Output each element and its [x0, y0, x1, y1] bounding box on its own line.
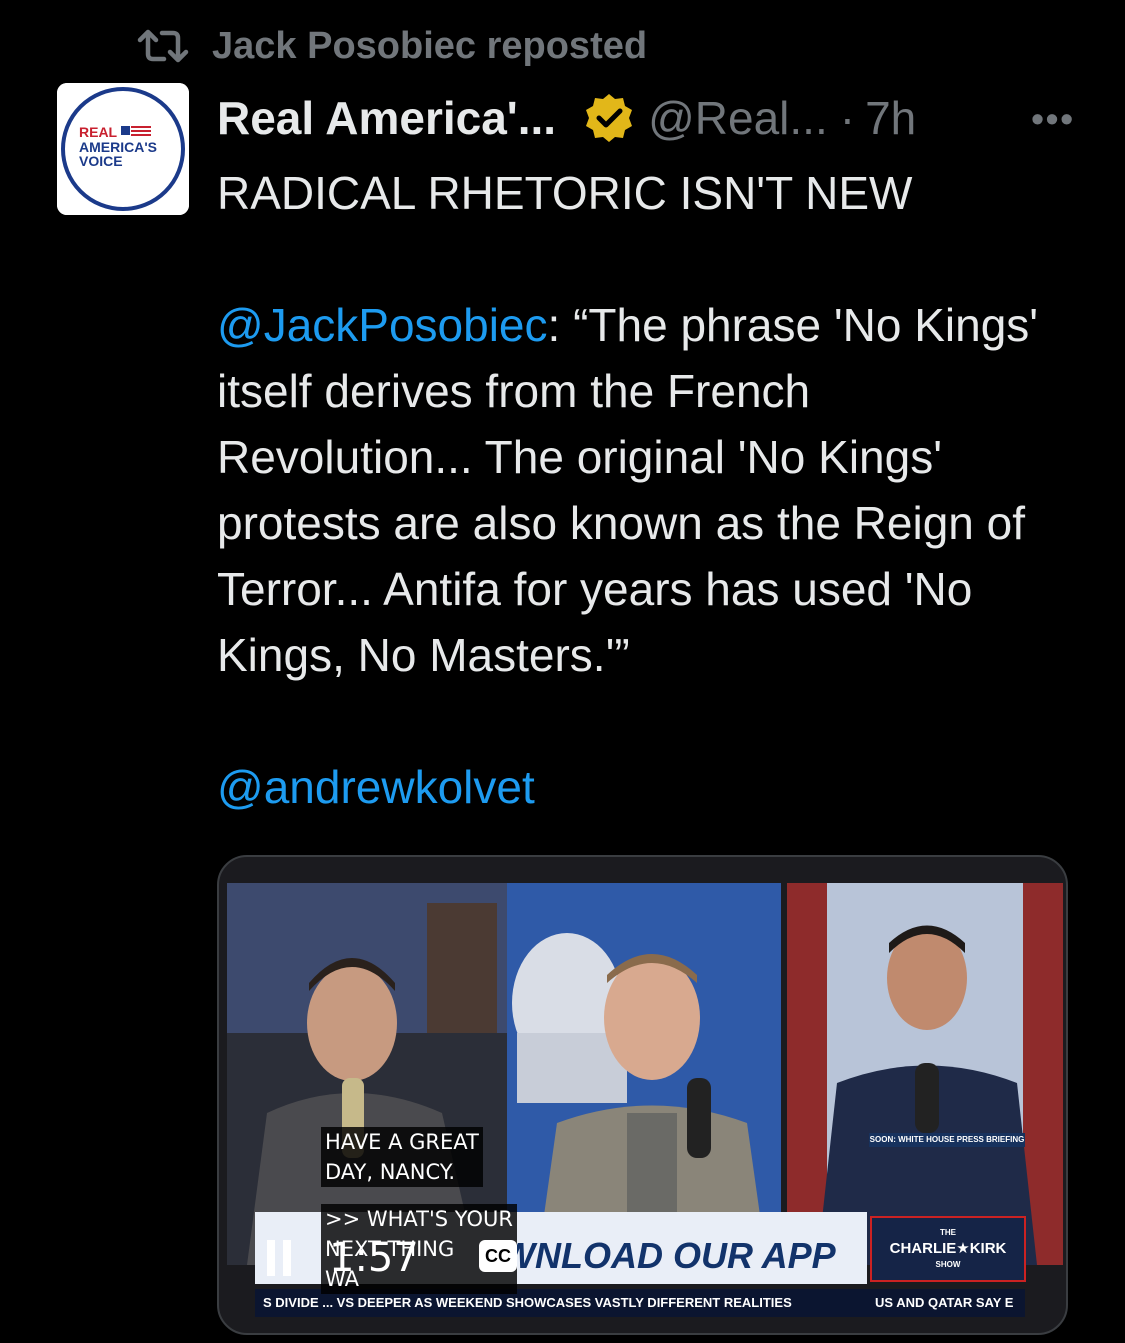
crawl-left-text: S DIVIDE ... VS DEEPER AS WEEKEND SHOWCA… — [263, 1295, 792, 1310]
show-logo-bottom: SHOW — [935, 1260, 961, 1269]
mention-link[interactable]: @andrewkolvet — [217, 761, 535, 813]
post-text: RADICAL RHETORIC ISN'T NEW @JackPosobiec… — [217, 160, 1077, 820]
repost-label: Jack Posobiec reposted — [212, 24, 648, 67]
post-header: Real America'... @Real... · 7h ••• — [217, 88, 1075, 148]
caption-line: HAVE A GREAT DAY, NANCY. — [321, 1127, 483, 1187]
handle[interactable]: @Real... — [648, 91, 828, 145]
post-headline: RADICAL RHETORIC ISN'T NEW — [217, 167, 913, 219]
show-logo-top: THE — [940, 1228, 956, 1237]
closed-captions-button[interactable]: CC — [479, 1240, 517, 1272]
repost-header[interactable]: Jack Posobiec reposted — [136, 22, 647, 70]
mention-link[interactable]: @JackPosobiec — [217, 299, 548, 351]
more-options-icon[interactable]: ••• — [1031, 98, 1075, 140]
video-player[interactable]: SOON: WHITE HOUSE PRESS BRIEFING WNLOAD … — [217, 855, 1068, 1335]
show-logo-name: CHARLIE★KIRK — [889, 1240, 1007, 1257]
crawl-right-text: US AND QATAR SAY E — [875, 1295, 1014, 1310]
svg-text:REAL: REAL — [79, 124, 118, 140]
briefing-label: SOON: WHITE HOUSE PRESS BRIEFING — [869, 1133, 1025, 1147]
video-panel-center — [507, 883, 781, 1265]
banner-text: WNLOAD OUR APP — [501, 1235, 836, 1276]
display-name[interactable]: Real America'... — [217, 91, 556, 145]
verified-badge-icon — [586, 94, 633, 142]
video-timecode: 1:57 — [329, 1235, 419, 1281]
quote-text: : “The phrase 'No Kings' itself derives … — [217, 299, 1039, 681]
timestamp[interactable]: 7h — [865, 91, 916, 145]
real-americas-voice-logo: REAL AMERICA'S VOICE — [57, 83, 189, 215]
separator-dot: · — [839, 92, 856, 144]
video-panel-right — [787, 883, 1063, 1265]
svg-text:VOICE: VOICE — [79, 153, 123, 169]
quote-paragraph: @JackPosobiec: “The phrase 'No Kings' it… — [217, 292, 1077, 688]
show-logo: THE CHARLIE★KIRK SHOW — [870, 1216, 1026, 1282]
avatar[interactable]: REAL AMERICA'S VOICE — [57, 83, 189, 215]
repost-icon — [137, 29, 189, 63]
post-view: Jack Posobiec reposted REAL AMERICA'S VO… — [0, 0, 1125, 1343]
pause-icon[interactable] — [267, 1240, 297, 1276]
